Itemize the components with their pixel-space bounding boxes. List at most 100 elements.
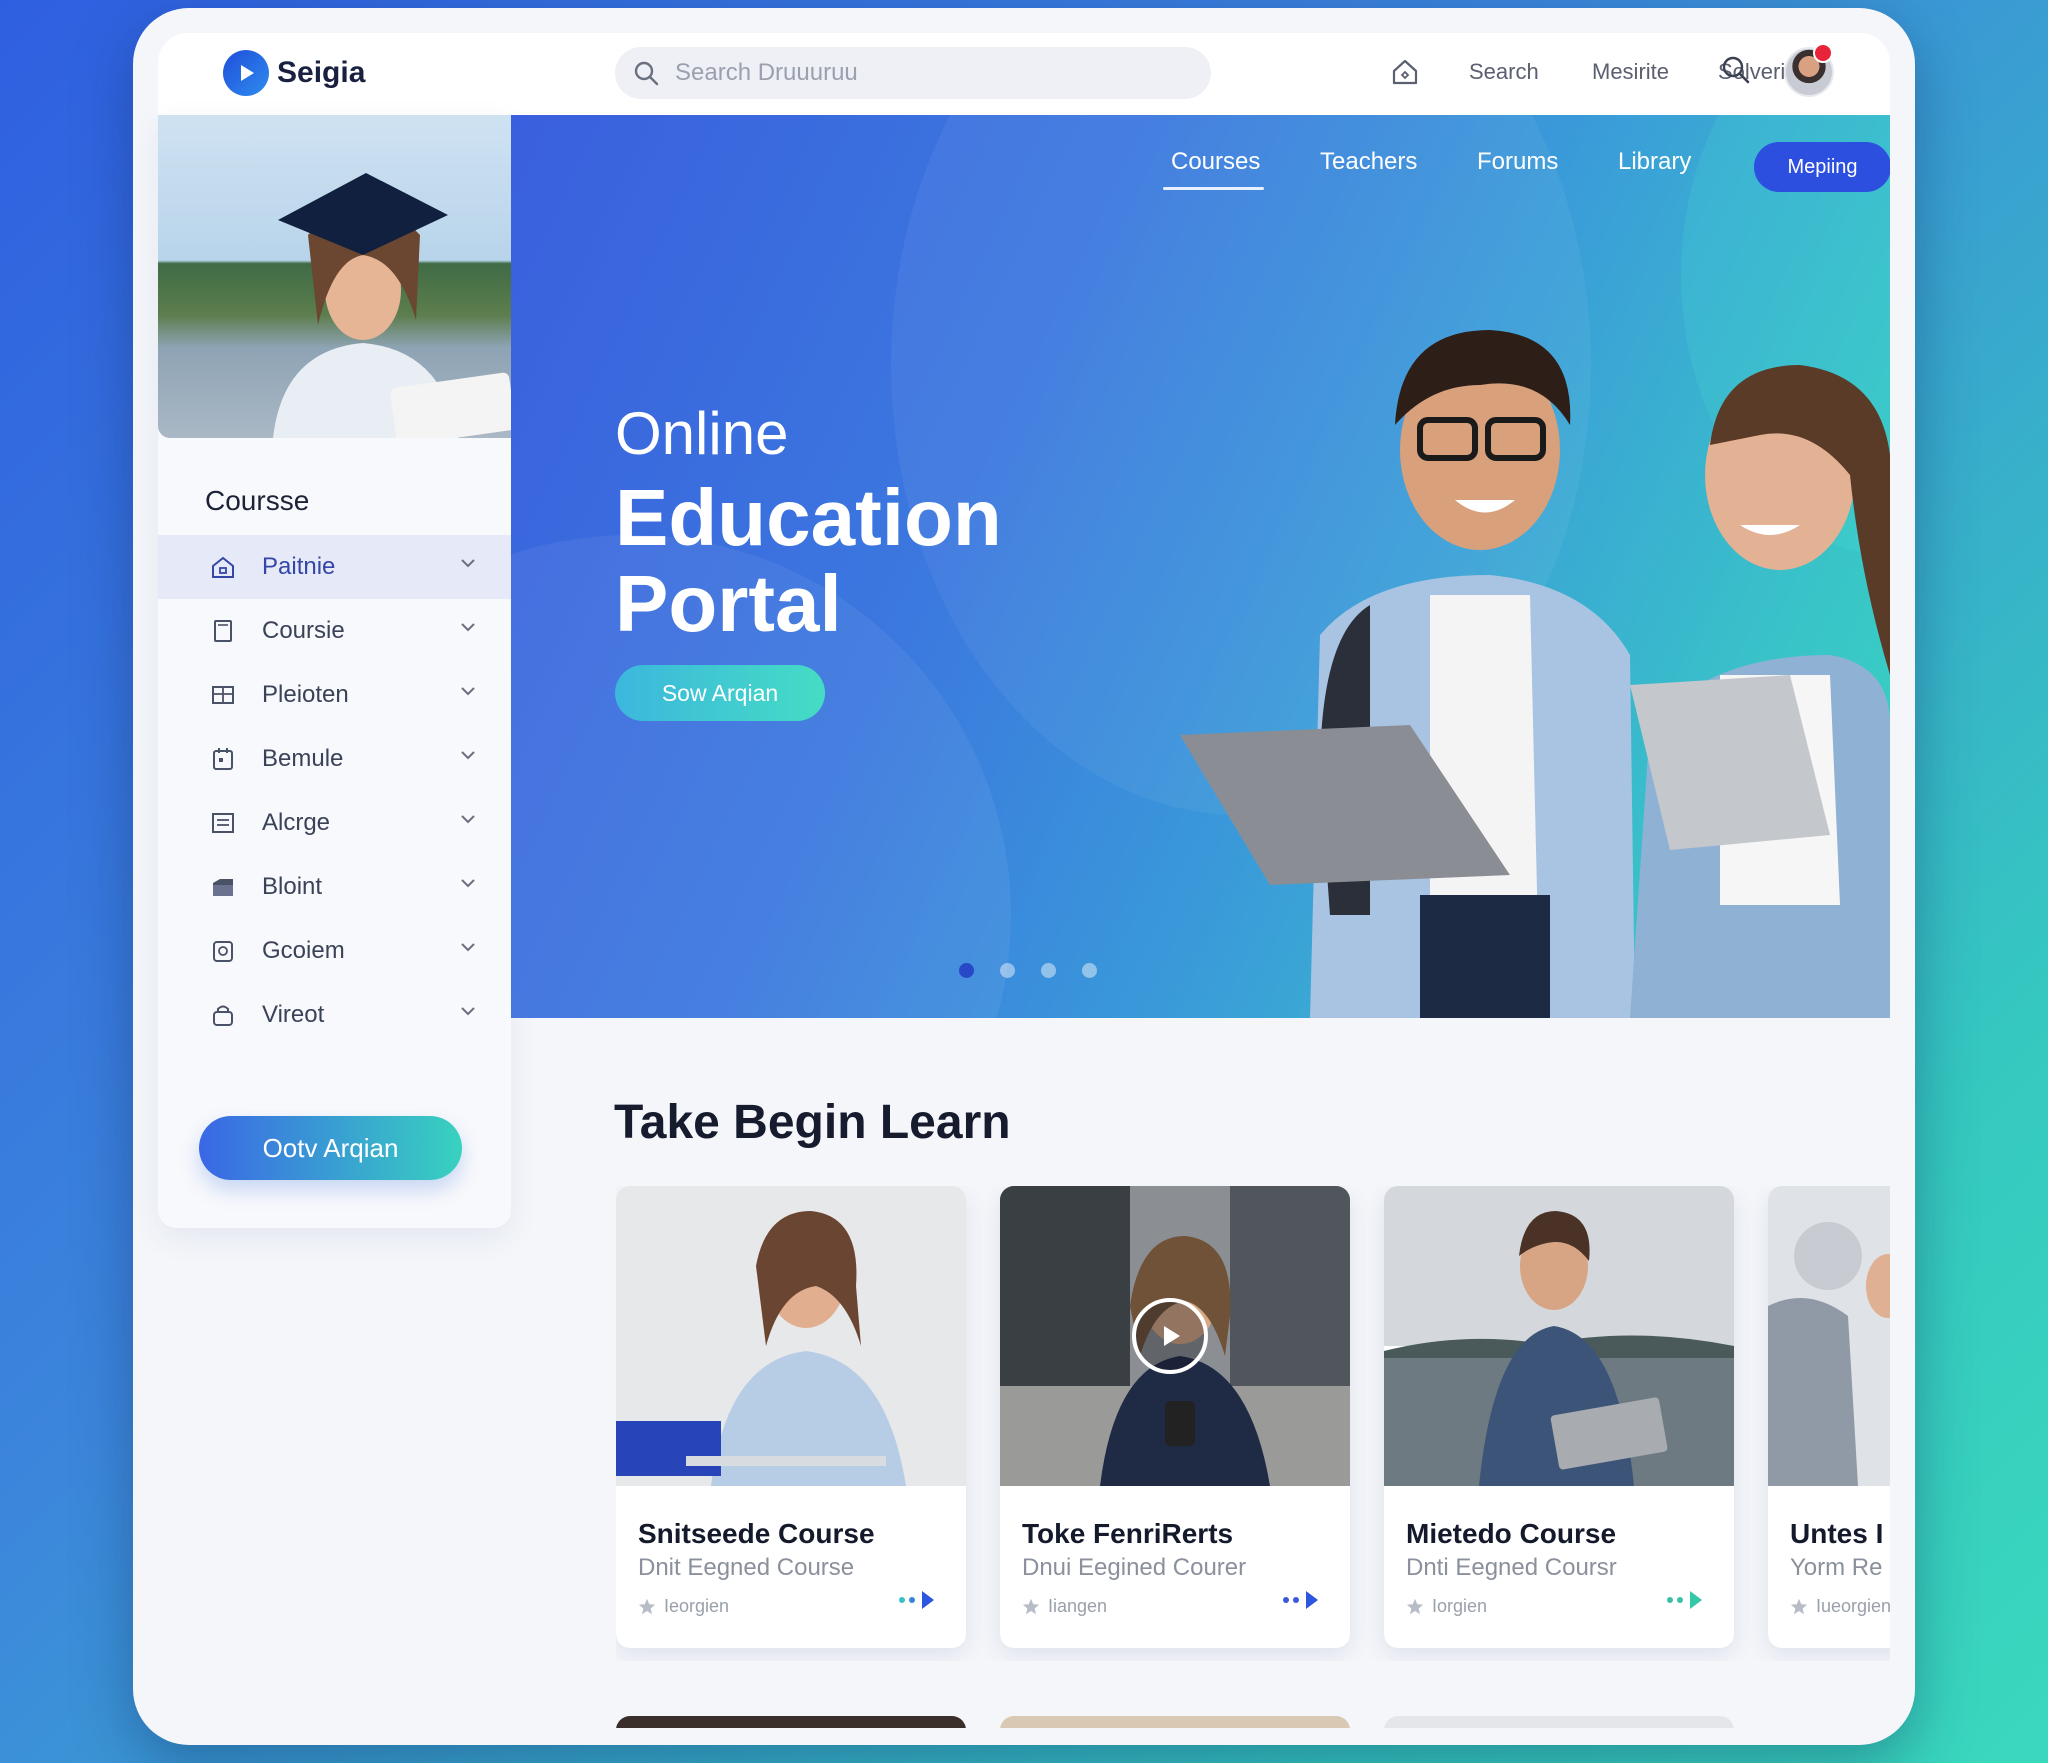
hero-title-line3: Portal bbox=[615, 559, 842, 648]
search-toolbar-icon[interactable] bbox=[1721, 55, 1751, 85]
arrow-right-icon[interactable] bbox=[896, 1588, 940, 1612]
notification-badge bbox=[1813, 43, 1833, 63]
star-icon bbox=[1406, 1598, 1424, 1614]
graduate-photo bbox=[158, 115, 533, 438]
tab-forums[interactable]: Forums bbox=[1477, 148, 1558, 176]
course-thumbnail bbox=[1384, 1186, 1734, 1486]
sidebar-item-alcrge[interactable]: Alcrge bbox=[158, 791, 511, 855]
course-subtitle: Dnit Eegned Course bbox=[638, 1554, 855, 1581]
top-bar: Seigia Search Mesirite Solverior bbox=[158, 33, 1890, 115]
tab-teachers[interactable]: Teachers bbox=[1320, 148, 1417, 176]
folder-icon bbox=[210, 874, 236, 900]
course-subtitle: Yorm Re bbox=[1790, 1554, 1883, 1581]
course-title: Untes I bbox=[1790, 1518, 1884, 1549]
app-window: Seigia Search Mesirite Solverior bbox=[133, 8, 1915, 1745]
course-title: Snitseede Course bbox=[638, 1518, 875, 1549]
search-icon bbox=[634, 61, 659, 86]
calendar-icon bbox=[210, 746, 236, 772]
course-meta: Iueorgien bbox=[1790, 1596, 1890, 1617]
arrow-right-icon[interactable] bbox=[1280, 1588, 1324, 1612]
course-thumbnail bbox=[1768, 1186, 1890, 1486]
sidebar-item-coursie[interactable]: Coursie bbox=[158, 599, 511, 663]
course-meta: Iorgien bbox=[1406, 1596, 1487, 1617]
lock-icon bbox=[210, 1002, 236, 1028]
star-icon bbox=[638, 1598, 656, 1614]
course-meta-label: Iiangen bbox=[1048, 1596, 1108, 1616]
sidebar-cta-button[interactable]: Ootv Arqian bbox=[199, 1116, 462, 1180]
hero-cta-button[interactable]: Sow Arqian bbox=[615, 665, 825, 721]
hero-title-line1: Online bbox=[615, 400, 789, 467]
course-meta-label: Iorgien bbox=[1432, 1596, 1488, 1616]
hero-title: Online Education Portal bbox=[615, 393, 1002, 647]
top-link-mesirite[interactable]: Mesirite bbox=[1592, 59, 1669, 85]
course-subtitle: Dnui Eegined Courer bbox=[1022, 1554, 1247, 1581]
play-icon bbox=[1164, 1326, 1180, 1346]
card-peek bbox=[1384, 1716, 1734, 1728]
sidebar-item-paitnie[interactable]: Paitnie bbox=[158, 535, 511, 599]
chevron-down-icon bbox=[461, 687, 475, 696]
sidebar-item-label: Coursie bbox=[262, 617, 345, 644]
sidebar-item-gcoiem[interactable]: Gcoiem bbox=[158, 919, 511, 983]
sidebar-item-label: Gcoiem bbox=[262, 937, 345, 964]
course-card[interactable]: Toke FenriRerts Dnui Eegined Courer Iian… bbox=[1000, 1186, 1350, 1648]
grid-icon bbox=[210, 682, 236, 708]
students-illustration bbox=[1180, 330, 1890, 1018]
course-subtitle: Dnti Eegned Coursr bbox=[1406, 1554, 1617, 1581]
card-peek bbox=[1000, 1716, 1350, 1728]
sidebar-item-label: Paitnie bbox=[262, 553, 336, 580]
clipboard-icon bbox=[210, 938, 236, 964]
book-icon bbox=[210, 618, 236, 644]
chevron-down-icon bbox=[461, 1007, 475, 1016]
carousel-dot[interactable] bbox=[1000, 963, 1015, 978]
card-peek bbox=[616, 1716, 966, 1728]
play-logo-icon bbox=[223, 50, 269, 96]
carousel-dot[interactable] bbox=[1041, 963, 1056, 978]
chevron-down-icon bbox=[461, 751, 475, 760]
section-title: Take Begin Learn bbox=[614, 1096, 1011, 1149]
carousel-dot[interactable] bbox=[1082, 963, 1097, 978]
course-meta: Iiangen bbox=[1022, 1596, 1107, 1617]
tab-courses[interactable]: Courses bbox=[1162, 148, 1265, 190]
sidebar-item-bloint[interactable]: Bloint bbox=[158, 855, 511, 919]
sidebar-item-pleioten[interactable]: Pleioten bbox=[158, 663, 511, 727]
course-meta-label: Ieorgien bbox=[664, 1596, 730, 1616]
search-bar[interactable] bbox=[615, 47, 1211, 99]
search-input[interactable] bbox=[675, 59, 1155, 87]
play-button[interactable] bbox=[1132, 1298, 1208, 1374]
carousel-dots bbox=[959, 963, 1097, 978]
sidebar-heading: Coursse bbox=[205, 485, 310, 516]
course-meta-label: Iueorgien bbox=[1816, 1596, 1890, 1616]
sidebar-item-label: Vireot bbox=[262, 1001, 325, 1028]
sidebar-item-vireot[interactable]: Vireot bbox=[158, 983, 511, 1047]
top-link-search[interactable]: Search bbox=[1469, 59, 1539, 85]
app-name: Seigia bbox=[277, 56, 366, 89]
sidebar-item-label: Pleioten bbox=[262, 681, 349, 708]
course-card[interactable]: Untes I Yorm Re Iueorgien bbox=[1768, 1186, 1890, 1648]
chevron-down-icon bbox=[461, 879, 475, 888]
chevron-down-icon bbox=[461, 943, 475, 952]
sidebar-item-label: Bemule bbox=[262, 745, 344, 772]
hero-title-line2: Education bbox=[615, 473, 1002, 562]
star-icon bbox=[1022, 1598, 1040, 1614]
course-card[interactable]: Snitseede Course Dnit Eegned Course Ieor… bbox=[616, 1186, 966, 1648]
sidebar-item-bemule[interactable]: Bemule bbox=[158, 727, 511, 791]
hero-banner: Courses Teachers Forums Library Mepiing … bbox=[511, 115, 1890, 1018]
home-icon[interactable] bbox=[1390, 57, 1420, 87]
hero-pill-button[interactable]: Mepiing bbox=[1754, 142, 1890, 192]
course-title: Toke FenriRerts bbox=[1022, 1518, 1234, 1549]
course-card[interactable]: Mietedo Course Dnti Eegned Coursr Iorgie… bbox=[1384, 1186, 1734, 1648]
star-icon bbox=[1790, 1598, 1808, 1614]
logo[interactable]: Seigia bbox=[223, 50, 365, 96]
list-icon bbox=[210, 810, 236, 836]
course-thumbnail bbox=[616, 1186, 966, 1486]
course-meta: Ieorgien bbox=[638, 1596, 729, 1617]
sidebar-item-label: Bloint bbox=[262, 873, 323, 900]
carousel-dot[interactable] bbox=[959, 963, 974, 978]
sidebar-item-label: Alcrge bbox=[262, 809, 331, 836]
sidebar-menu: Paitnie Coursie Pleioten Bemule Alcrge B… bbox=[158, 535, 511, 1047]
course-cards: Snitseede Course Dnit Eegned Course Ieor… bbox=[616, 1186, 1890, 1661]
arrow-right-icon[interactable] bbox=[1664, 1588, 1708, 1612]
chevron-down-icon bbox=[461, 559, 475, 568]
tab-library[interactable]: Library bbox=[1618, 148, 1691, 176]
chevron-down-icon bbox=[461, 623, 475, 632]
